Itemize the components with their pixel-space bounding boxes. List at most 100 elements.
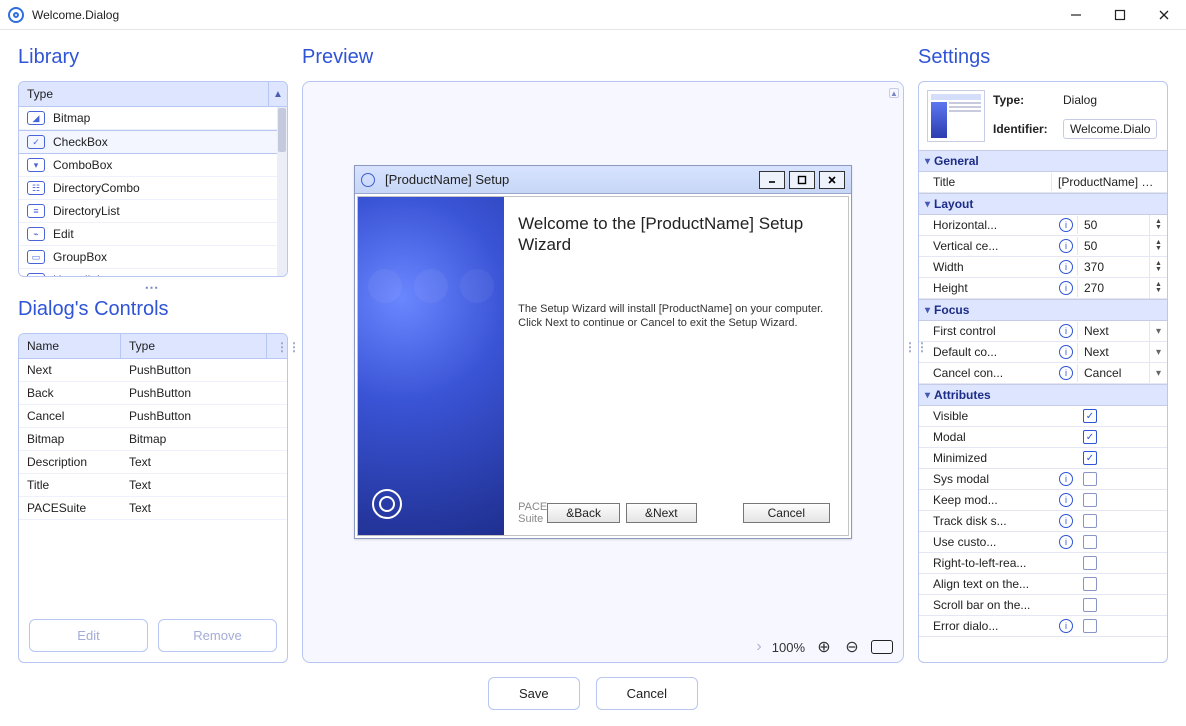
library-column-header[interactable]: Type <box>19 82 269 106</box>
preview-scrollbar[interactable]: ▲ <box>887 88 899 626</box>
preview-dialog[interactable]: [ProductName] Setup Welcome to the [Prod… <box>354 165 852 539</box>
spinner[interactable]: ▲▼ <box>1149 278 1167 298</box>
library-item-directorylist[interactable]: ≡DirectoryList <box>19 200 277 223</box>
table-row[interactable]: BackPushButton <box>19 382 287 405</box>
cancel-button[interactable]: Cancel <box>596 677 698 710</box>
preview-heading[interactable]: Welcome to the [ProductName] Setup Wizar… <box>518 213 830 256</box>
type-label: Type: <box>993 93 1057 107</box>
library-item-edit[interactable]: ⌁Edit <box>19 223 277 246</box>
group-general[interactable]: ▾General <box>919 150 1167 172</box>
splitter-right[interactable]: ⋮⋮ <box>904 345 928 349</box>
dropdown-icon[interactable]: ▾ <box>1149 321 1167 341</box>
preview-dialog-titlebar[interactable]: [ProductName] Setup <box>355 166 851 194</box>
group-attributes[interactable]: ▾Attributes <box>919 384 1167 406</box>
preview-maximize-button[interactable] <box>789 171 815 189</box>
prop-title-label: Title <box>933 173 1051 191</box>
attr-trackdisk-checkbox[interactable] <box>1083 514 1097 528</box>
library-item-groupbox[interactable]: ▭GroupBox <box>19 246 277 269</box>
preview-canvas[interactable]: ▲ [ProductName] Setup <box>302 81 904 663</box>
preview-back-button[interactable]: &Back <box>547 503 620 523</box>
preview-description[interactable]: The Setup Wizard will install [ProductNa… <box>518 302 830 332</box>
attr-visible-checkbox[interactable]: ✓ <box>1083 409 1097 423</box>
table-row[interactable]: DescriptionText <box>19 451 287 474</box>
prop-height-label: Height <box>933 279 1059 297</box>
info-icon[interactable]: i <box>1059 218 1073 232</box>
table-row[interactable]: NextPushButton <box>19 359 287 382</box>
prop-first-value[interactable]: Next <box>1077 322 1149 340</box>
prop-title-value[interactable]: [ProductName] Setup <box>1051 173 1167 191</box>
prop-cancel-value[interactable]: Cancel <box>1077 364 1149 382</box>
property-grid: ▾General Title [ProductName] Setup ▾Layo… <box>919 150 1167 637</box>
attr-align-checkbox[interactable] <box>1083 577 1097 591</box>
info-icon[interactable]: i <box>1059 239 1073 253</box>
group-focus[interactable]: ▾Focus <box>919 299 1167 321</box>
spinner[interactable]: ▲▼ <box>1149 257 1167 277</box>
prop-vcenter-value[interactable]: 50 <box>1077 237 1149 255</box>
table-row[interactable]: BitmapBitmap <box>19 428 287 451</box>
library-item-combobox[interactable]: ▾ComboBox <box>19 154 277 177</box>
group-layout[interactable]: ▾Layout <box>919 193 1167 215</box>
attr-scroll-checkbox[interactable] <box>1083 598 1097 612</box>
preview-cancel-button[interactable]: Cancel <box>743 503 830 523</box>
preview-side-bitmap[interactable] <box>358 197 504 535</box>
edit-control-button[interactable]: Edit <box>29 619 148 652</box>
info-icon[interactable]: i <box>1059 260 1073 274</box>
info-icon[interactable]: i <box>1059 493 1073 507</box>
info-icon[interactable]: i <box>1059 514 1073 528</box>
library-scrollbar[interactable] <box>277 107 287 277</box>
splitter-left[interactable]: ⋮⋮ <box>276 345 300 349</box>
prop-default-value[interactable]: Next <box>1077 343 1149 361</box>
save-button[interactable]: Save <box>488 677 580 710</box>
window-close-button[interactable] <box>1142 0 1186 30</box>
controls-table[interactable]: NextPushButton BackPushButton CancelPush… <box>19 359 287 609</box>
spinner[interactable]: ▲▼ <box>1149 236 1167 256</box>
info-icon[interactable]: i <box>1059 366 1073 380</box>
info-icon[interactable]: i <box>1059 281 1073 295</box>
info-icon[interactable]: i <box>1059 619 1073 633</box>
info-icon[interactable]: i <box>1059 535 1073 549</box>
attr-sysmodal-checkbox[interactable] <box>1083 472 1097 486</box>
preview-brand-text[interactable]: PACE Suite <box>518 501 547 525</box>
window-maximize-button[interactable] <box>1098 0 1142 30</box>
dropdown-icon[interactable]: ▾ <box>1149 363 1167 383</box>
library-list[interactable]: ◢Bitmap ✓CheckBox ▾ComboBox ☷DirectoryCo… <box>19 107 277 277</box>
library-item-bitmap[interactable]: ◢Bitmap <box>19 107 277 130</box>
table-row[interactable]: CancelPushButton <box>19 405 287 428</box>
preview-next-button[interactable]: &Next <box>626 503 697 523</box>
attr-errordlg-checkbox[interactable] <box>1083 619 1097 633</box>
info-icon[interactable]: i <box>1059 472 1073 486</box>
preview-minimize-button[interactable] <box>759 171 785 189</box>
directorylist-icon: ≡ <box>27 204 45 218</box>
remove-control-button[interactable]: Remove <box>158 619 277 652</box>
attr-usecusto-checkbox[interactable] <box>1083 535 1097 549</box>
attr-keepmod-checkbox[interactable] <box>1083 493 1097 507</box>
library-scroll-up[interactable]: ▲ <box>269 82 287 106</box>
panel-splitter[interactable]: ⋯ <box>18 277 288 298</box>
library-item-directorycombo[interactable]: ☷DirectoryCombo <box>19 177 277 200</box>
library-item-checkbox[interactable]: ✓CheckBox <box>19 130 277 154</box>
spinner[interactable]: ▲▼ <box>1149 215 1167 235</box>
controls-header-type[interactable]: Type <box>121 334 267 358</box>
attr-modal-checkbox[interactable]: ✓ <box>1083 430 1097 444</box>
zoom-in-icon[interactable]: ⊕ <box>815 638 833 656</box>
prop-hcenter-value[interactable]: 50 <box>1077 216 1149 234</box>
identifier-field[interactable]: Welcome.Dialo <box>1063 119 1157 139</box>
controls-header-name[interactable]: Name <box>19 334 121 358</box>
prop-height-value[interactable]: 270 <box>1077 279 1149 297</box>
attr-minimized-checkbox[interactable]: ✓ <box>1083 451 1097 465</box>
info-icon[interactable]: i <box>1059 345 1073 359</box>
edit-icon: ⌁ <box>27 227 45 241</box>
zoom-out-icon[interactable]: ⊖ <box>843 638 861 656</box>
preview-close-button[interactable] <box>819 171 845 189</box>
table-row[interactable]: PACESuiteText <box>19 497 287 520</box>
info-icon[interactable]: i <box>1059 324 1073 338</box>
attr-rtl-checkbox[interactable] <box>1083 556 1097 570</box>
table-row[interactable]: TitleText <box>19 474 287 497</box>
prop-width-value[interactable]: 370 <box>1077 258 1149 276</box>
zoom-prev[interactable]: › <box>756 638 761 656</box>
library-item-hyperlink[interactable]: ∞Hyperlink <box>19 269 277 277</box>
window-minimize-button[interactable] <box>1054 0 1098 30</box>
zoom-fit-icon[interactable] <box>871 640 893 654</box>
window-titlebar: Welcome.Dialog <box>0 0 1186 30</box>
dropdown-icon[interactable]: ▾ <box>1149 342 1167 362</box>
